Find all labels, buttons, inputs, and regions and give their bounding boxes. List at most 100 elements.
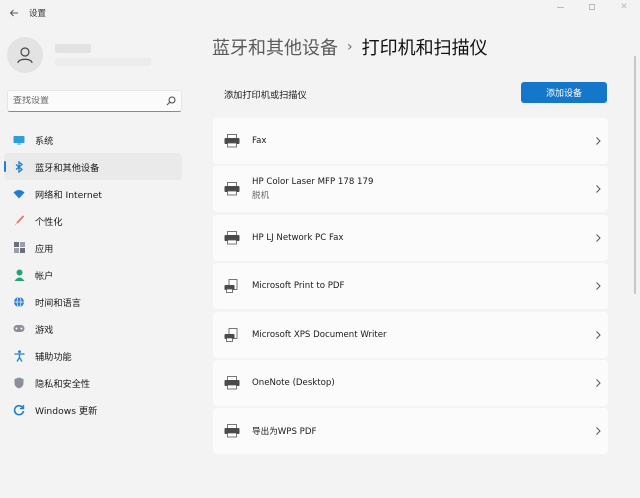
- printer-text: HP LJ Network PC Fax: [252, 233, 343, 243]
- user-name-redacted: [55, 44, 91, 53]
- printer-item-wps-pdf[interactable]: 导出为WPS PDF: [213, 408, 608, 455]
- printer-item-onenote[interactable]: OneNote (Desktop): [213, 359, 608, 406]
- shield-icon: [13, 377, 25, 389]
- printer-name: 导出为WPS PDF: [252, 427, 317, 438]
- monitor-icon: [13, 134, 25, 146]
- account-icon: [13, 269, 25, 281]
- close-icon: ✕: [620, 1, 628, 12]
- sidebar-item-label: 蓝牙和其他设备: [35, 162, 100, 174]
- chevron-right-icon: [596, 330, 601, 339]
- sidebar-item-label: 时间和语言: [35, 297, 81, 309]
- windows-update-icon: [13, 404, 25, 416]
- bluetooth-icon: [13, 160, 25, 173]
- app-title: 设置: [29, 9, 47, 19]
- apps-icon: [13, 242, 25, 254]
- printer-name: HP LJ Network PC Fax: [252, 232, 344, 243]
- brush-icon: [13, 214, 25, 227]
- sidebar-item-system[interactable]: 系统: [4, 126, 182, 153]
- printer-text: OneNote (Desktop): [252, 378, 335, 388]
- document-printer-icon: [224, 279, 238, 294]
- printer-status: 脱机: [252, 191, 270, 202]
- main-content: 蓝牙和其他设备 › 打印机和扫描仪 添加打印机或扫描仪 添加设备 Fax HP …: [194, 26, 640, 498]
- chevron-right-icon: [596, 282, 601, 291]
- breadcrumb-chevron-icon: ›: [347, 39, 353, 55]
- back-arrow-icon: [9, 9, 18, 17]
- back-button[interactable]: [3, 2, 25, 24]
- search-input[interactable]: [13, 96, 161, 106]
- add-printer-label: 添加打印机或扫描仪: [224, 90, 307, 101]
- breadcrumb: 蓝牙和其他设备 › 打印机和扫描仪: [212, 34, 488, 60]
- sidebar-item-label: 隐私和安全性: [35, 378, 91, 390]
- chevron-right-icon: [596, 137, 601, 145]
- printer-text: Microsoft Print to PDF: [252, 281, 344, 291]
- fax-icon: [224, 230, 240, 245]
- printer-name: Microsoft Print to PDF: [252, 281, 345, 292]
- user-email-redacted: [55, 58, 151, 66]
- avatar: [7, 37, 43, 73]
- minimize-icon: [556, 6, 564, 8]
- scrollbar[interactable]: [634, 56, 636, 294]
- printer-icon: [224, 376, 240, 390]
- printer-name: Microsoft XPS Document Writer: [252, 329, 387, 340]
- printer-item-print-to-pdf[interactable]: Microsoft Print to PDF: [213, 263, 608, 310]
- fax-icon: [224, 134, 240, 148]
- person-icon: [17, 47, 33, 64]
- close-button[interactable]: ✕: [608, 0, 640, 14]
- printer-item-xps-writer[interactable]: Microsoft XPS Document Writer: [213, 311, 608, 358]
- sidebar-item-label: Windows 更新: [35, 405, 98, 417]
- sidebar-item-apps[interactable]: 应用: [4, 234, 182, 261]
- accessibility-icon: [13, 349, 25, 362]
- printer-item-hp-lj-network-fax[interactable]: HP LJ Network PC Fax: [213, 214, 608, 261]
- maximize-icon: [589, 4, 595, 10]
- sidebar-item-label: 游戏: [35, 324, 54, 336]
- printer-text: Microsoft XPS Document Writer: [252, 330, 387, 340]
- breadcrumb-parent[interactable]: 蓝牙和其他设备: [212, 34, 338, 60]
- printer-text: Fax: [252, 136, 267, 146]
- sidebar-nav: 系统 蓝牙和其他设备 网络和 Internet 个性化 应用 帐户 时间和语言 …: [4, 126, 182, 423]
- printer-list: Fax HP Color Laser MFP 178 179 脱机 HP LJ …: [213, 118, 608, 457]
- sidebar: 系统 蓝牙和其他设备 网络和 Internet 个性化 应用: [0, 26, 194, 498]
- sidebar-item-label: 网络和 Internet: [35, 189, 102, 201]
- sidebar-item-windows-update[interactable]: Windows 更新: [4, 396, 182, 423]
- sidebar-item-label: 帐户: [35, 270, 54, 282]
- user-info: [55, 44, 151, 66]
- printer-name: HP Color Laser MFP 178 179: [252, 177, 374, 188]
- sidebar-item-label: 辅助功能: [35, 351, 72, 363]
- printer-icon: [224, 424, 240, 438]
- printer-text: 导出为WPS PDF: [252, 425, 316, 437]
- document-printer-icon: [224, 327, 238, 342]
- sidebar-item-time-language[interactable]: 时间和语言: [4, 288, 182, 315]
- sidebar-item-accessibility[interactable]: 辅助功能: [4, 342, 182, 369]
- sidebar-item-gaming[interactable]: 游戏: [4, 315, 182, 342]
- sidebar-item-label: 应用: [35, 243, 54, 255]
- printer-name: Fax: [252, 136, 267, 146]
- search-icon[interactable]: [165, 95, 177, 107]
- printer-item-fax[interactable]: Fax: [213, 118, 608, 164]
- wifi-icon: [13, 188, 25, 200]
- user-profile[interactable]: [7, 37, 151, 73]
- add-device-button[interactable]: 添加设备: [521, 82, 607, 103]
- sidebar-item-personalization[interactable]: 个性化: [4, 207, 182, 234]
- sidebar-item-label: 系统: [35, 135, 54, 147]
- globe-clock-icon: [13, 296, 25, 308]
- chevron-right-icon: [596, 185, 601, 194]
- sidebar-item-network[interactable]: 网络和 Internet: [4, 180, 182, 207]
- printer-item-hp-color-laser[interactable]: HP Color Laser MFP 178 179 脱机: [213, 166, 608, 213]
- add-printer-row: 添加打印机或扫描仪 添加设备: [213, 82, 608, 104]
- printer-text: HP Color Laser MFP 178 179 脱机: [252, 177, 373, 201]
- search-box[interactable]: [7, 90, 182, 112]
- printer-icon: [224, 182, 240, 196]
- sidebar-item-accounts[interactable]: 帐户: [4, 261, 182, 288]
- sidebar-item-bluetooth-devices[interactable]: 蓝牙和其他设备: [4, 153, 182, 180]
- gamepad-icon: [13, 323, 25, 335]
- window-controls: ✕: [544, 0, 640, 14]
- chevron-right-icon: [596, 427, 601, 436]
- chevron-right-icon: [596, 379, 601, 387]
- sidebar-item-privacy[interactable]: 隐私和安全性: [4, 369, 182, 396]
- chevron-right-icon: [596, 233, 601, 242]
- title-bar: 设置 ✕: [0, 0, 640, 26]
- maximize-button[interactable]: [576, 0, 608, 14]
- minimize-button[interactable]: [544, 0, 576, 14]
- sidebar-item-label: 个性化: [35, 216, 63, 228]
- printer-name: OneNote (Desktop): [252, 377, 335, 388]
